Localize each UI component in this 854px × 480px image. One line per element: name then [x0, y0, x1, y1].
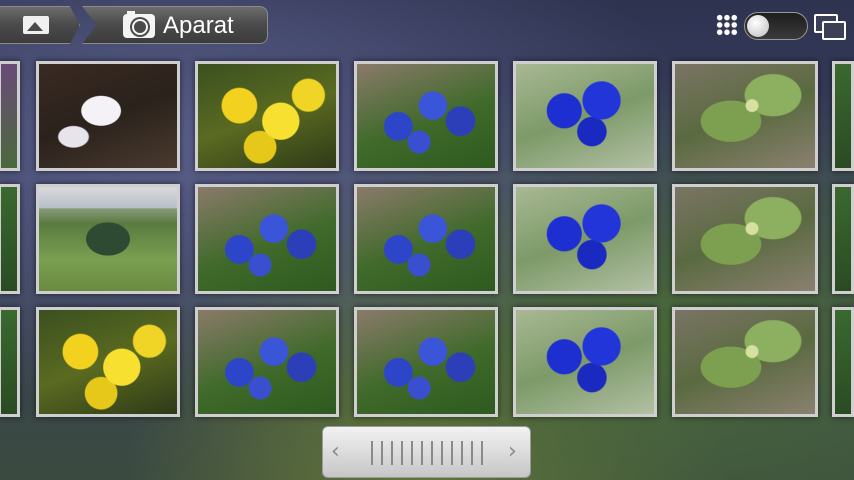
scroll-right-icon[interactable]: › [508, 441, 522, 463]
scrubber-ticks[interactable] [371, 441, 483, 465]
thumbnail-rhododendron[interactable] [672, 184, 818, 294]
thumbnail-partial[interactable] [832, 61, 854, 171]
breadcrumb-current[interactable]: Aparat [82, 6, 268, 44]
thumbnail-grape-hyacinth[interactable] [195, 307, 339, 417]
breadcrumb-home[interactable] [0, 6, 80, 44]
thumbnail-garden[interactable] [36, 184, 180, 294]
thumbnail-grape-hyacinth[interactable] [195, 184, 339, 294]
thumbnail-grape-hyacinth[interactable] [354, 61, 498, 171]
thumbnail-partial[interactable] [0, 184, 20, 294]
gallery-icon [23, 16, 49, 34]
thumbnail-grape-hyacinth[interactable] [354, 307, 498, 417]
thumbnail-blue-primrose[interactable] [513, 307, 657, 417]
thumbnail-blue-primrose[interactable] [513, 184, 657, 294]
thumbnail-partial[interactable] [0, 61, 20, 171]
thumbnail-yellow-flowers[interactable] [195, 61, 339, 171]
view-toggle-switch[interactable] [744, 12, 808, 40]
thumbnail-rhododendron[interactable] [672, 307, 818, 417]
thumbnail-partial[interactable] [832, 184, 854, 294]
slideshow-frame-front [822, 21, 846, 40]
thumbnail-partial[interactable] [0, 307, 20, 417]
grid-view-icon[interactable] [716, 14, 738, 36]
scroll-left-icon[interactable]: ‹ [331, 441, 345, 463]
top-bar: Aparat [0, 0, 854, 50]
toggle-knob[interactable] [747, 15, 769, 37]
breadcrumb-title: Aparat [163, 12, 234, 39]
camera-icon [123, 11, 155, 38]
thumbnail-grape-hyacinth[interactable] [354, 184, 498, 294]
timeline-scrubber[interactable]: ‹ › [322, 426, 531, 478]
thumbnail-rhododendron[interactable] [672, 61, 818, 171]
thumbnail-yellow-flowers[interactable] [36, 307, 180, 417]
thumbnail-magnolia[interactable] [36, 61, 180, 171]
thumbnail-partial[interactable] [832, 307, 854, 417]
slideshow-icon[interactable] [814, 14, 846, 40]
thumbnail-blue-primrose[interactable] [513, 61, 657, 171]
